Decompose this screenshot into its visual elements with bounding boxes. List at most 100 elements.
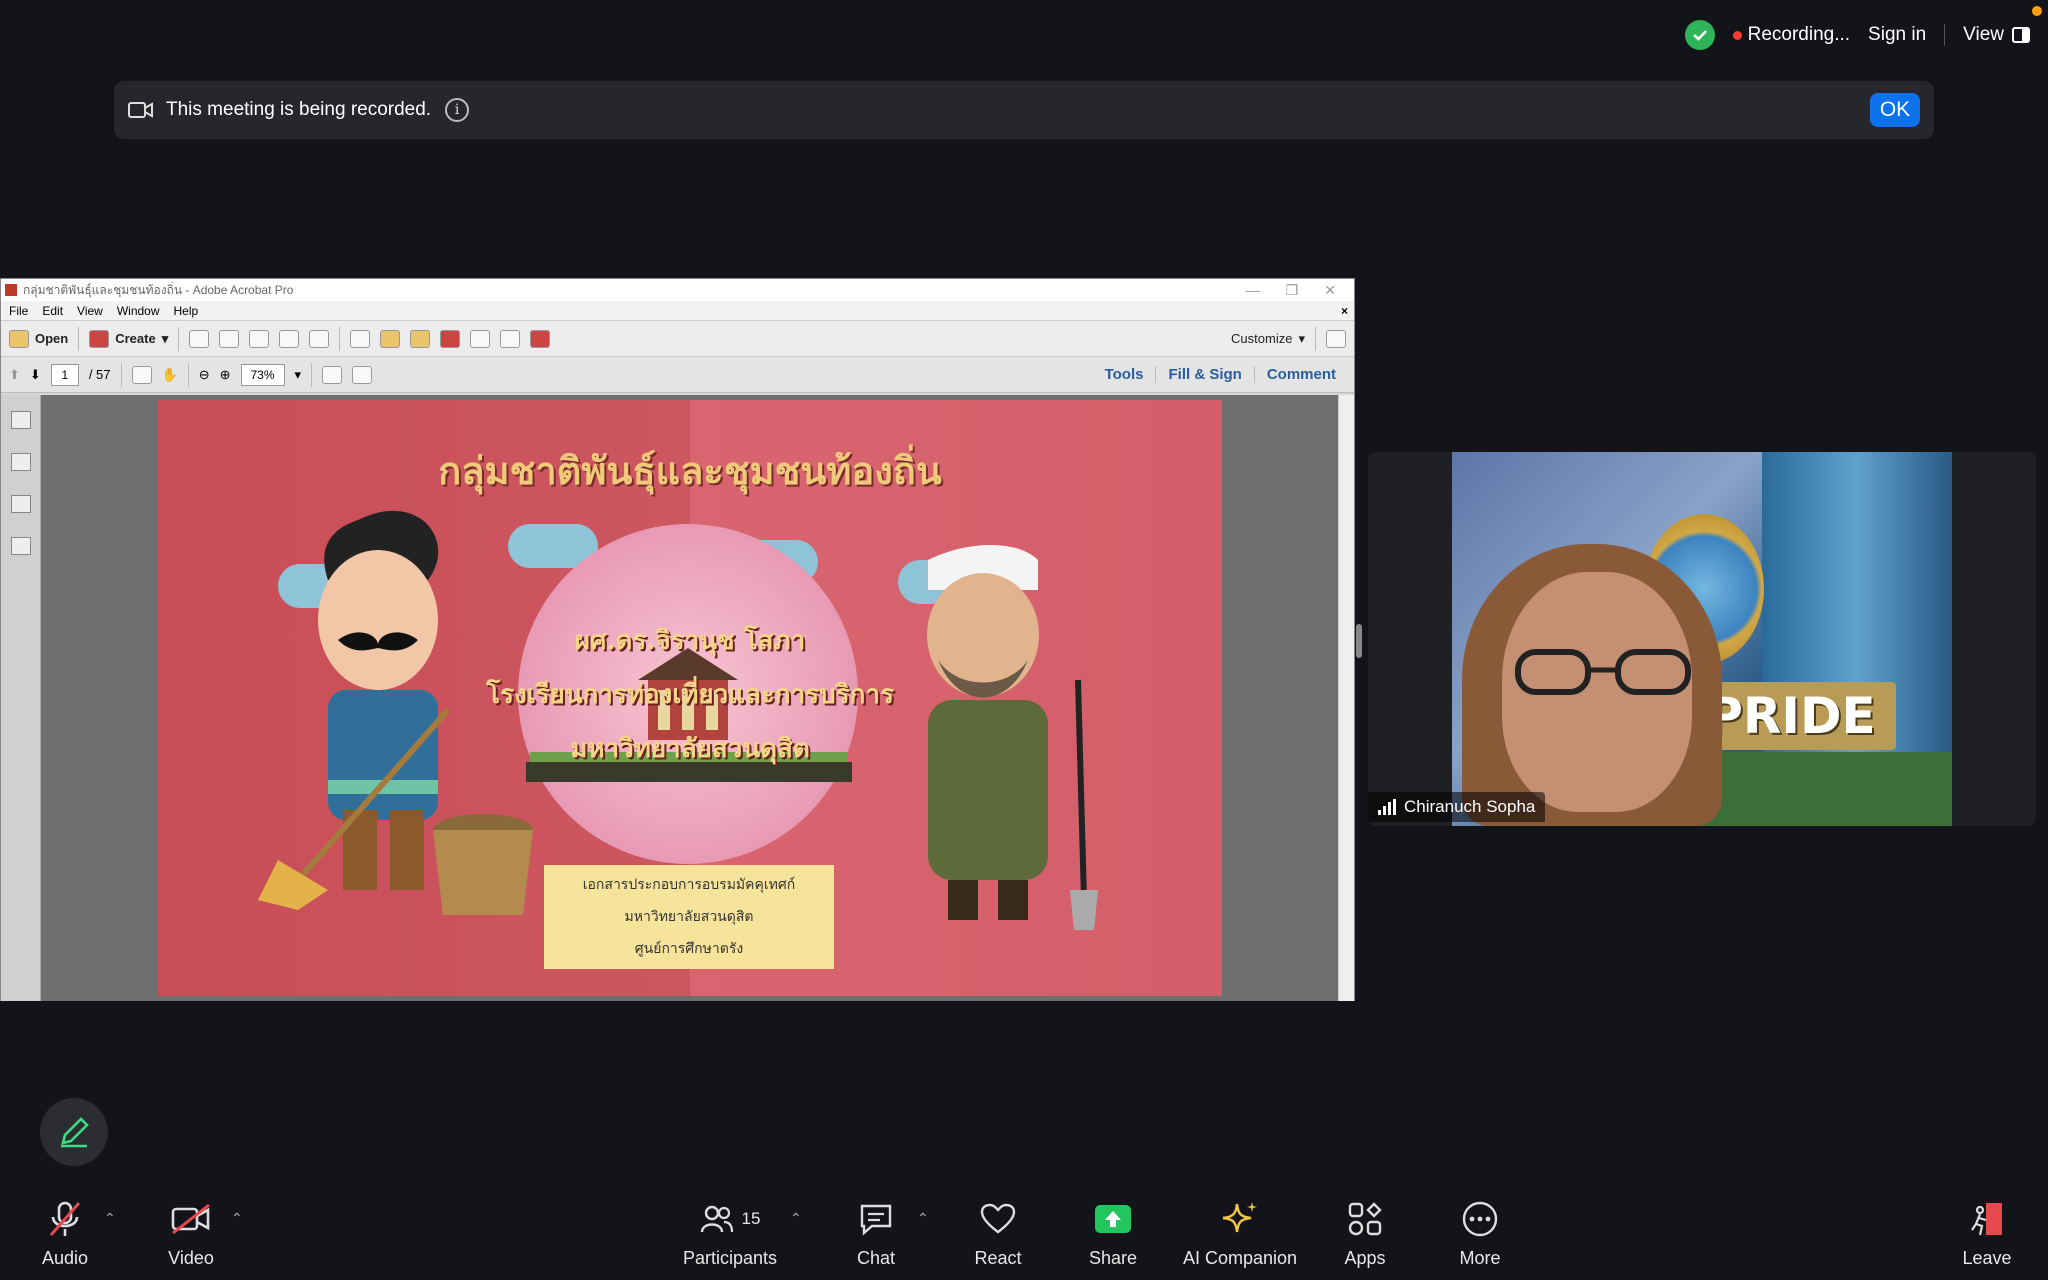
menu-file[interactable]: File bbox=[9, 304, 28, 318]
chat-label: Chat bbox=[856, 1248, 896, 1268]
zoom-dropdown-icon[interactable]: ▾ bbox=[295, 367, 302, 383]
info-icon[interactable]: i bbox=[445, 98, 470, 122]
chat-button[interactable]: Chat bbox=[816, 1196, 936, 1269]
chevron-down-icon: ▾ bbox=[161, 330, 169, 346]
recording-dot-icon bbox=[1732, 31, 1742, 40]
next-page-icon[interactable]: ⬇ bbox=[30, 367, 41, 383]
bookmarks-icon[interactable] bbox=[10, 453, 31, 471]
participants-button[interactable]: 15 Participants bbox=[670, 1196, 790, 1269]
menu-help[interactable]: Help bbox=[174, 304, 199, 318]
video-camera-icon bbox=[128, 102, 153, 118]
menu-window[interactable]: Window bbox=[117, 304, 160, 318]
close-window-icon[interactable]: ✕ bbox=[1324, 282, 1336, 299]
vertical-scrollbar[interactable] bbox=[1338, 395, 1354, 1001]
annotate-button[interactable] bbox=[40, 1098, 108, 1166]
previous-page-icon[interactable]: ⬆ bbox=[9, 367, 20, 383]
ok-button[interactable]: OK bbox=[1870, 93, 1920, 127]
participants-icon bbox=[700, 1205, 733, 1233]
apps-button[interactable]: Apps bbox=[1305, 1196, 1425, 1269]
navigation-pane bbox=[1, 395, 41, 1001]
acrobat-navigation-toolbar: ⬆ ⬇ 1 / 57 ✋ ⊖ ⊕ 73% ▾ Tools Fill & Sign… bbox=[1, 357, 1354, 393]
select-tool-icon[interactable] bbox=[131, 365, 152, 384]
ai-companion-button[interactable]: AI Companion bbox=[1165, 1196, 1315, 1269]
leave-button[interactable]: Leave bbox=[1927, 1196, 2047, 1269]
sign-icon[interactable] bbox=[530, 329, 551, 348]
comment-icon[interactable] bbox=[380, 329, 401, 348]
window-title: กลุ่มชาติพันธุ์และชุมชนท้องถิ่น - Adobe … bbox=[23, 282, 294, 297]
tools-panel-link[interactable]: Tools bbox=[1093, 366, 1156, 383]
view-button[interactable]: View bbox=[1963, 24, 2030, 46]
stamp-icon[interactable] bbox=[440, 329, 461, 348]
recording-label: Recording... bbox=[1747, 24, 1851, 45]
panel-resize-handle[interactable] bbox=[1356, 624, 1362, 658]
zoom-level-input[interactable]: 73% bbox=[240, 363, 285, 386]
video-options-chevron-icon[interactable]: ⌃ bbox=[231, 1210, 243, 1227]
zoom-out-icon[interactable]: ⊖ bbox=[199, 367, 210, 383]
hand-tool-icon[interactable]: ✋ bbox=[162, 367, 178, 383]
print-icon[interactable] bbox=[249, 329, 270, 348]
signatures-icon[interactable] bbox=[10, 537, 31, 555]
audio-options-chevron-icon[interactable]: ⌃ bbox=[104, 1210, 116, 1227]
menu-view[interactable]: View bbox=[77, 304, 103, 318]
participant-name-tag: Chiranuch Sopha bbox=[1368, 792, 1546, 822]
folder-icon bbox=[9, 329, 29, 348]
signal-strength-icon bbox=[1378, 799, 1396, 815]
participant-video-tile[interactable]: PRIDE Chiranuch Sopha bbox=[1368, 452, 2036, 826]
email-icon[interactable] bbox=[309, 329, 330, 348]
create-pdf-icon bbox=[89, 329, 110, 348]
security-shield-icon[interactable] bbox=[1684, 20, 1715, 50]
meeting-status-bar: Recording... Sign in View bbox=[1684, 18, 2030, 52]
divider bbox=[78, 326, 80, 351]
comment-panel-link[interactable]: Comment bbox=[1253, 366, 1348, 383]
create-button[interactable]: Create ▾ bbox=[89, 329, 169, 348]
divider bbox=[1315, 326, 1316, 351]
cloud-upload-icon[interactable] bbox=[219, 329, 240, 348]
edit-icon[interactable] bbox=[279, 329, 300, 348]
recording-indicator[interactable]: Recording... bbox=[1732, 24, 1851, 46]
chat-options-chevron-icon[interactable]: ⌃ bbox=[917, 1210, 929, 1227]
open-label: Open bbox=[35, 331, 69, 346]
video-off-icon bbox=[171, 1203, 210, 1235]
divider bbox=[339, 326, 341, 351]
zoom-in-icon[interactable]: ⊕ bbox=[220, 367, 231, 383]
menu-edit[interactable]: Edit bbox=[42, 304, 63, 318]
share-button[interactable]: Share bbox=[1053, 1196, 1173, 1269]
full-screen-icon[interactable] bbox=[352, 365, 373, 384]
participant-count: 15 bbox=[741, 1209, 761, 1228]
note-line: ศูนย์การศึกษาตรัง bbox=[634, 941, 744, 957]
share-label: Share bbox=[1088, 1248, 1138, 1268]
attachments-icon[interactable] bbox=[10, 495, 31, 513]
audio-button[interactable]: Audio bbox=[5, 1196, 125, 1269]
participants-options-chevron-icon[interactable]: ⌃ bbox=[790, 1210, 802, 1227]
heart-icon bbox=[980, 1203, 1016, 1234]
sign-in-link[interactable]: Sign in bbox=[1868, 24, 1926, 46]
participant-video-feed: PRIDE bbox=[1452, 452, 1952, 826]
divider bbox=[187, 362, 189, 387]
pdf-app-icon bbox=[5, 284, 17, 296]
close-document-icon[interactable]: × bbox=[1341, 304, 1348, 318]
restore-icon[interactable]: ❐ bbox=[1286, 282, 1299, 299]
divider bbox=[120, 362, 122, 387]
customize-label: Customize bbox=[1231, 331, 1293, 346]
more-button[interactable]: More bbox=[1420, 1196, 1540, 1269]
fit-page-icon[interactable] bbox=[322, 365, 343, 384]
open-button[interactable]: Open bbox=[9, 329, 69, 348]
video-button[interactable]: Video bbox=[131, 1196, 251, 1269]
react-button[interactable]: React bbox=[938, 1196, 1058, 1269]
highlight-icon[interactable] bbox=[410, 329, 431, 348]
meeting-controls-toolbar: Audio ⌃ Video ⌃ 15 Participants ⌃ Chat ⌃… bbox=[0, 1186, 2048, 1280]
page-thumbnails-icon[interactable] bbox=[10, 411, 31, 429]
export-icon[interactable] bbox=[500, 329, 521, 348]
page-number-input[interactable]: 1 bbox=[50, 363, 79, 386]
settings-icon[interactable] bbox=[350, 329, 371, 348]
basket-illustration bbox=[433, 814, 533, 915]
chat-icon bbox=[860, 1204, 892, 1236]
review-icon[interactable] bbox=[470, 329, 491, 348]
save-icon[interactable] bbox=[189, 329, 210, 348]
minimize-icon[interactable]: — bbox=[1246, 282, 1260, 299]
fill-sign-panel-link[interactable]: Fill & Sign bbox=[1155, 366, 1253, 383]
divider bbox=[178, 326, 180, 351]
pdf-slide-page: กลุ่มชาติพันธุ์และชุมชนท้องถิ่น ผศ.ดร.จิ… bbox=[158, 400, 1222, 996]
customize-button[interactable]: Customize ▾ bbox=[1231, 331, 1305, 347]
expand-icon[interactable] bbox=[1326, 329, 1346, 348]
